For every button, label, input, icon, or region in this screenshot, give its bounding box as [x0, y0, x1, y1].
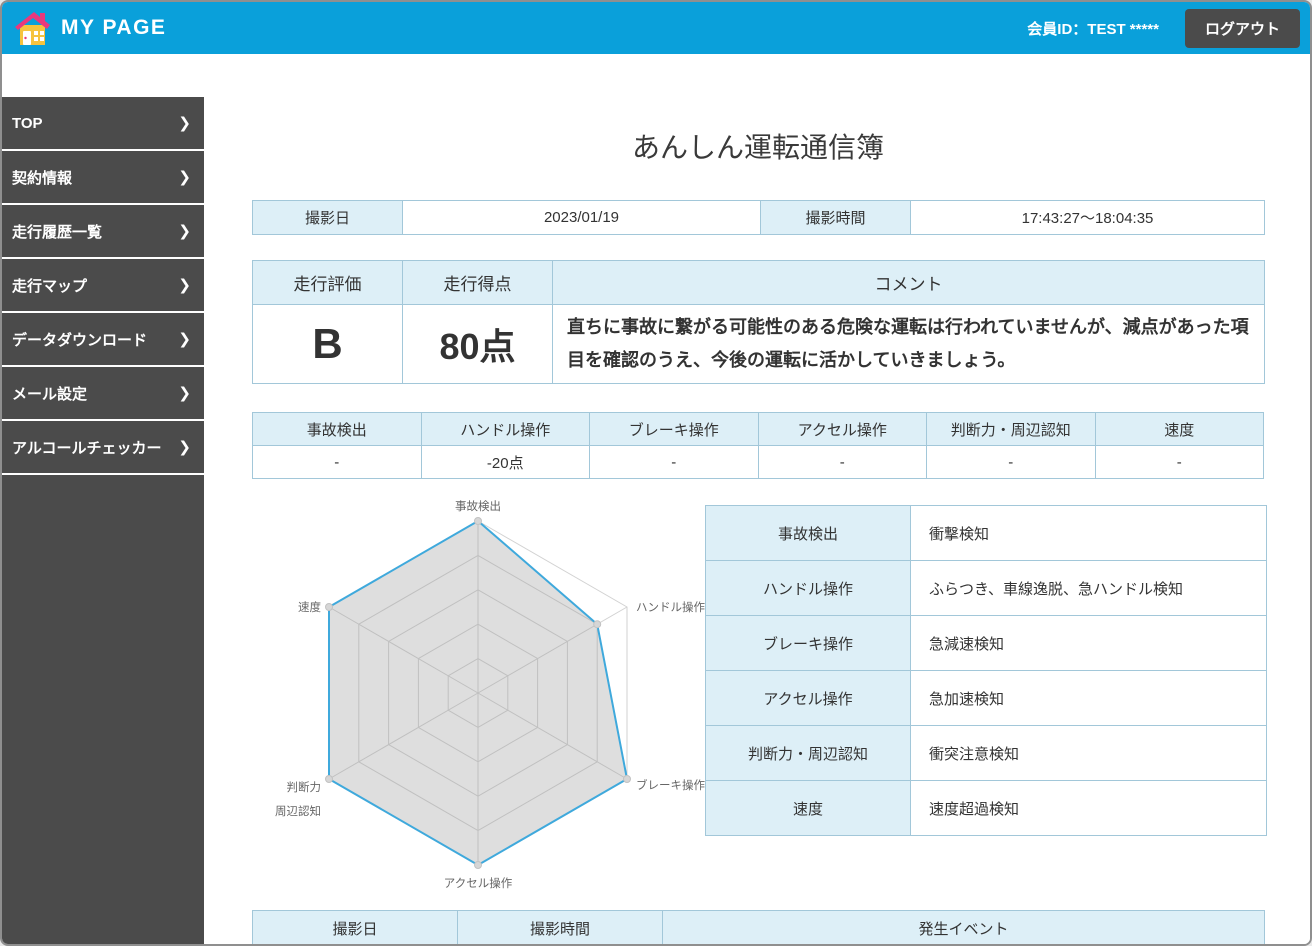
member-id: 会員ID：TEST *****	[1027, 20, 1159, 38]
table-row: 撮影日 撮影時間 発生イベント	[252, 910, 1265, 944]
radar-axis-label: ブレーキ操作	[636, 778, 705, 792]
sidebar-item-driving-map[interactable]: 走行マップ ❯	[2, 259, 204, 311]
photo-time-label: 撮影時間	[760, 200, 911, 235]
detect-label: 判断力・周辺認知	[705, 725, 911, 781]
table-row: 事故検出 ハンドル操作 ブレーキ操作 アクセル操作 判断力・周辺認知 速度	[252, 412, 1264, 446]
rating-score-header: 走行得点	[402, 260, 553, 305]
app-header: MY PAGE 会員ID：TEST ***** ログアウト	[2, 2, 1310, 54]
chevron-right-icon: ❯	[178, 223, 191, 240]
sidebar-item-label: 走行マップ	[12, 277, 88, 295]
brand-title: MY PAGE	[61, 16, 167, 39]
sidebar-item-driving-history[interactable]: 走行履歴一覧 ❯	[2, 205, 204, 257]
detect-desc: 衝撃検知	[910, 505, 1267, 561]
detect-desc: ふらつき、車線逸脱、急ハンドル検知	[910, 560, 1267, 616]
chevron-right-icon: ❯	[178, 439, 191, 456]
detection-description-table: 事故検出 衝撃検知 ハンドル操作 ふらつき、車線逸脱、急ハンドル検知 ブレーキ操…	[705, 505, 1267, 836]
sidebar-item-label: アルコールチェッカー	[12, 439, 162, 457]
event-name-header: 発生イベント	[662, 910, 1265, 944]
detect-label: 速度	[705, 780, 911, 836]
chevron-right-icon: ❯	[178, 115, 191, 132]
rating-eval-header: 走行評価	[252, 260, 403, 305]
detect-label: アクセル操作	[705, 670, 911, 726]
event-time-header: 撮影時間	[457, 910, 663, 944]
detect-desc: 急加速検知	[910, 670, 1267, 726]
radar-axis-label: アクセル操作	[444, 876, 513, 890]
breakdown-header: ハンドル操作	[420, 412, 590, 446]
table-row: 走行評価 走行得点 コメント	[252, 260, 1265, 305]
detect-desc: 衝突注意検知	[910, 725, 1267, 781]
radar-chart: 事故検出ハンドル操作ブレーキ操作アクセル操作 判断力周辺認知 速度	[275, 499, 705, 890]
main-content: あんしん運転通信簿 撮影日 2023/01/19 撮影時間 17:43:27〜1…	[204, 54, 1310, 944]
radar-axis-label: ハンドル操作	[636, 600, 705, 614]
detect-desc: 急減速検知	[910, 615, 1267, 671]
rating-eval-value: B	[252, 304, 403, 384]
sidebar-item-alcohol-checker[interactable]: アルコールチェッカー ❯	[2, 421, 204, 473]
table-row: 判断力・周辺認知 衝突注意検知	[705, 725, 1267, 781]
detect-desc: 速度超過検知	[910, 780, 1267, 836]
table-row: アクセル操作 急加速検知	[705, 670, 1267, 726]
sidebar-item-label: メール設定	[12, 385, 88, 403]
table-row: ブレーキ操作 急減速検知	[705, 615, 1267, 671]
sidebar-item-label: TOP	[12, 114, 43, 132]
detect-label: ハンドル操作	[705, 560, 911, 616]
sidebar-item-top[interactable]: TOP ❯	[2, 97, 204, 149]
chevron-right-icon: ❯	[178, 331, 191, 348]
breakdown-value: -	[926, 445, 1096, 479]
table-row: 速度 速度超過検知	[705, 780, 1267, 836]
sidebar-item-mail-settings[interactable]: メール設定 ❯	[2, 367, 204, 419]
sidebar-item-data-download[interactable]: データダウンロード ❯	[2, 313, 204, 365]
radar-axis-label: 判断力周辺認知	[275, 780, 321, 818]
photo-info-table: 撮影日 2023/01/19 撮影時間 17:43:27〜18:04:35	[252, 200, 1265, 235]
rating-comment-header: コメント	[552, 260, 1265, 305]
breakdown-header: ブレーキ操作	[589, 412, 759, 446]
rating-table: 走行評価 走行得点 コメント B 80点 直ちに事故に繋がる可能性のある危険な運…	[252, 260, 1265, 384]
breakdown-header: 事故検出	[252, 412, 422, 446]
event-date-header: 撮影日	[252, 910, 458, 944]
home-icon	[15, 11, 50, 45]
radar-axis-label: 事故検出	[455, 499, 501, 513]
breakdown-value: -	[1094, 445, 1264, 479]
sidebar-item-label: 走行履歴一覧	[12, 223, 103, 241]
brand-logo[interactable]: MY PAGE	[14, 10, 166, 47]
breakdown-header: 速度	[1094, 412, 1264, 446]
chevron-right-icon: ❯	[178, 277, 191, 294]
detect-label: ブレーキ操作	[705, 615, 911, 671]
breakdown-value: -	[589, 445, 759, 479]
event-table: 撮影日 撮影時間 発生イベント	[252, 910, 1265, 944]
logout-button[interactable]: ログアウト	[1184, 8, 1300, 48]
score-breakdown-table: 事故検出 ハンドル操作 ブレーキ操作 アクセル操作 判断力・周辺認知 速度 - …	[252, 412, 1264, 479]
breakdown-value: -	[757, 445, 927, 479]
photo-date-label: 撮影日	[252, 200, 403, 235]
table-row: B 80点 直ちに事故に繋がる可能性のある危険な運転は行われていませんが、減点が…	[252, 304, 1265, 384]
photo-time-value: 17:43:27〜18:04:35	[910, 200, 1265, 235]
radar-axis-label: 速度	[298, 600, 321, 614]
sidebar-filler	[2, 475, 204, 944]
page-title: あんしん運転通信簿	[631, 132, 884, 163]
breakdown-value: -20点	[420, 445, 590, 479]
table-row: 事故検出 衝撃検知	[705, 505, 1267, 561]
browser-window: MY PAGE 会員ID：TEST ***** ログアウト TOP ❯ 契約情報…	[0, 0, 1312, 946]
breakdown-header: アクセル操作	[757, 412, 927, 446]
rating-score-value: 80点	[402, 304, 553, 384]
detect-label: 事故検出	[705, 505, 911, 561]
rating-comment-text: 直ちに事故に繋がる可能性のある危険な運転は行われていませんが、減点があった項目を…	[552, 304, 1265, 384]
sidebar-item-contract-info[interactable]: 契約情報 ❯	[2, 151, 204, 203]
table-row: 撮影日 2023/01/19 撮影時間 17:43:27〜18:04:35	[252, 200, 1265, 235]
photo-date-value: 2023/01/19	[402, 200, 761, 235]
sidebar-item-label: データダウンロード	[12, 331, 148, 349]
sidebar-item-label: 契約情報	[12, 169, 73, 187]
chevron-right-icon: ❯	[178, 385, 191, 402]
table-row: - -20点 - - - -	[252, 445, 1264, 479]
table-row: ハンドル操作 ふらつき、車線逸脱、急ハンドル検知	[705, 560, 1267, 616]
chevron-right-icon: ❯	[178, 169, 191, 186]
breakdown-header: 判断力・周辺認知	[926, 412, 1096, 446]
sidebar: TOP ❯ 契約情報 ❯ 走行履歴一覧 ❯ 走行マップ ❯ データダウンロード …	[2, 97, 204, 944]
breakdown-value: -	[252, 445, 422, 479]
